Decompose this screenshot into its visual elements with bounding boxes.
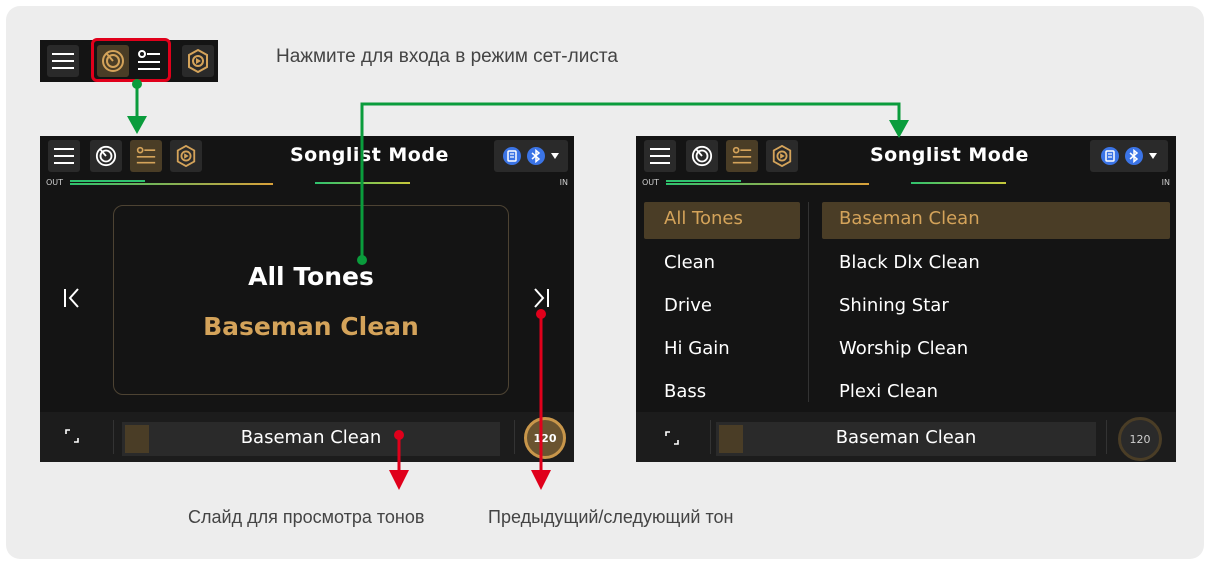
- tone-item[interactable]: Shining Star: [839, 295, 949, 316]
- tone-display[interactable]: All Tones Baseman Clean: [113, 205, 509, 395]
- bottom-bar: Baseman Clean 120: [636, 412, 1176, 462]
- tuner-icon: [691, 145, 713, 167]
- next-icon: [534, 288, 549, 308]
- divider: [710, 420, 711, 454]
- current-tone-name: Baseman Clean: [240, 427, 382, 448]
- caption-prev-next-tone: Предыдущий/следующий тон: [488, 507, 734, 527]
- category-item[interactable]: Drive: [664, 295, 712, 316]
- play-button[interactable]: [170, 140, 202, 172]
- out-meter-bar: [666, 180, 741, 182]
- top-bar: Songlist Mode: [40, 136, 574, 176]
- tempo-button[interactable]: 120: [524, 417, 566, 459]
- top-bar: Songlist Mode: [636, 136, 1176, 176]
- tone-item[interactable]: Plexi Clean: [839, 381, 938, 402]
- in-meter-bar: [911, 182, 1006, 184]
- songlist-icon: [732, 146, 752, 164]
- loop-icon: [65, 429, 79, 443]
- tone-item[interactable]: Black Dlx Clean: [839, 252, 980, 273]
- tone-item[interactable]: Baseman Clean: [839, 208, 980, 229]
- mini-toolbar: [40, 38, 218, 82]
- category-item[interactable]: Bass: [664, 381, 706, 402]
- bottom-bar: Baseman Clean 120: [40, 412, 574, 462]
- menu-icon: [52, 53, 74, 69]
- current-tone-slider[interactable]: Baseman Clean: [716, 422, 1096, 456]
- loop-button[interactable]: [64, 428, 80, 448]
- screen-title: Songlist Mode: [290, 144, 449, 166]
- device-screen-songlist: Songlist Mode OUT IN All Tones Baseman C…: [40, 136, 574, 462]
- tuner-icon: [95, 145, 117, 167]
- play-icon: [188, 49, 208, 73]
- tempo-value: 120: [533, 431, 557, 445]
- bank-name: All Tones: [248, 262, 374, 291]
- prev-icon: [64, 288, 79, 308]
- tuner-button[interactable]: [90, 140, 122, 172]
- bluetooth-icon: [1125, 147, 1143, 165]
- caret-down-icon: [1149, 153, 1157, 159]
- meter-out-label: OUT: [46, 178, 64, 187]
- play-button[interactable]: [766, 140, 798, 172]
- level-meters: OUT IN: [636, 176, 1176, 190]
- play-icon: [176, 145, 196, 167]
- connection-menu[interactable]: [494, 140, 568, 172]
- songlist-button[interactable]: [130, 140, 162, 172]
- current-tone-slider[interactable]: Baseman Clean: [122, 422, 500, 456]
- menu-button[interactable]: [644, 140, 676, 172]
- current-tone-name: Baseman Clean: [835, 427, 977, 448]
- divider: [1106, 420, 1107, 454]
- menu-button[interactable]: [48, 140, 80, 172]
- category-item[interactable]: All Tones: [664, 208, 743, 229]
- play-button[interactable]: [182, 45, 214, 77]
- loop-icon: [665, 431, 679, 445]
- songlist-icon: [136, 146, 156, 164]
- out-meter-bar-2: [666, 183, 869, 185]
- meter-in-label: IN: [1161, 178, 1170, 187]
- menu-icon: [54, 148, 74, 164]
- divider: [113, 420, 114, 454]
- play-icon: [772, 145, 792, 167]
- divider: [514, 420, 515, 454]
- caption-enter-songlist: Нажмите для входа в режим сет-листа: [276, 46, 618, 67]
- caption-slide-tones: Слайд для просмотра тонов: [188, 507, 425, 527]
- menu-icon: [650, 148, 670, 164]
- songlist-button[interactable]: [726, 140, 758, 172]
- out-meter-bar: [70, 180, 145, 182]
- tempo-value: 120: [1129, 432, 1151, 446]
- meter-out-label: OUT: [642, 178, 660, 187]
- list-icon: [1101, 147, 1119, 165]
- meter-in-label: IN: [559, 178, 568, 187]
- level-meters: OUT IN: [40, 176, 574, 190]
- loop-button[interactable]: [664, 430, 680, 450]
- screen-title: Songlist Mode: [870, 144, 1029, 166]
- category-item[interactable]: Hi Gain: [664, 338, 730, 359]
- menu-button[interactable]: [47, 45, 79, 77]
- bluetooth-icon: [527, 147, 545, 165]
- connection-menu[interactable]: [1090, 140, 1168, 172]
- list-icon: [503, 147, 521, 165]
- tuner-button[interactable]: [686, 140, 718, 172]
- category-item[interactable]: Clean: [664, 252, 715, 273]
- tempo-button[interactable]: 120: [1118, 417, 1162, 461]
- out-meter-bar-2: [70, 183, 273, 185]
- tone-name: Baseman Clean: [203, 312, 419, 341]
- highlight-box: [91, 38, 171, 82]
- next-tone-button[interactable]: [532, 286, 550, 314]
- caret-down-icon: [551, 153, 559, 159]
- in-meter-bar: [315, 182, 410, 184]
- list-divider: [808, 202, 809, 402]
- tone-item[interactable]: Worship Clean: [839, 338, 968, 359]
- device-screen-songlist-list: Songlist Mode OUT IN All Tones Clean Dri…: [636, 136, 1176, 462]
- prev-tone-button[interactable]: [63, 286, 81, 314]
